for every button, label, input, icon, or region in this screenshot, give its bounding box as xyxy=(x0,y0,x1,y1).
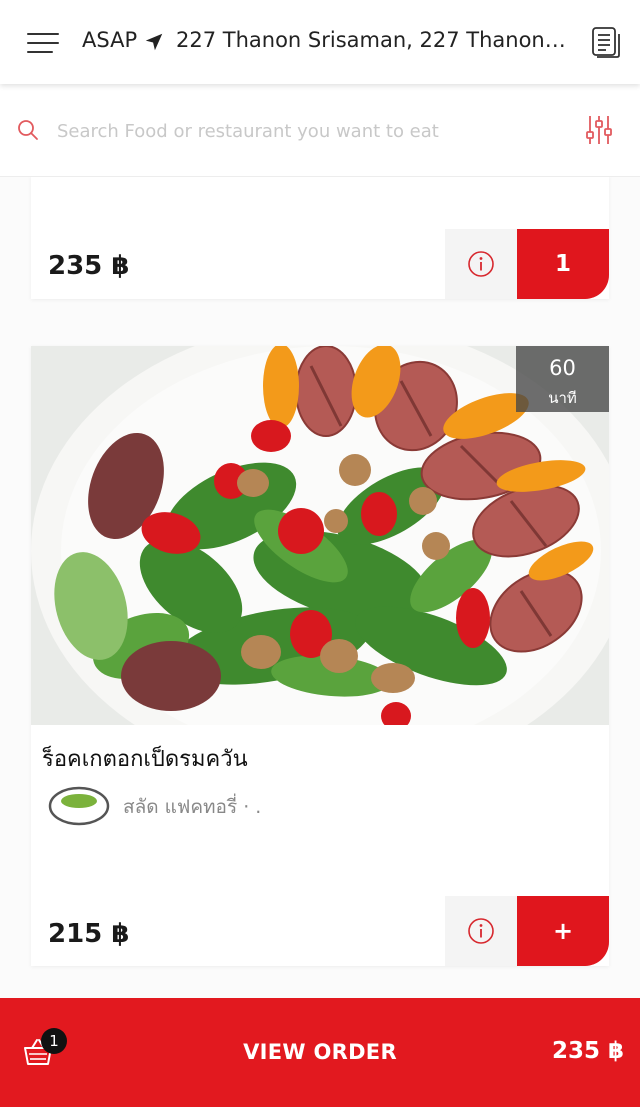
restaurant-logo xyxy=(48,786,110,826)
add-to-cart-button[interactable]: + xyxy=(517,896,609,966)
view-order-bar[interactable]: 1 VIEW ORDER 235 ฿ xyxy=(0,998,640,1107)
food-item-card: 235 ฿ 1 xyxy=(31,176,609,299)
info-icon xyxy=(468,918,494,944)
info-button[interactable] xyxy=(445,896,517,966)
food-item-card: 60 นาที ร็อคเกตอกเป็ดรมควัน สลัด แฟคทอรี… xyxy=(31,346,609,966)
order-total: 235 ฿ xyxy=(551,1038,624,1064)
item-price: 215 ฿ xyxy=(48,919,130,949)
search-input[interactable] xyxy=(55,114,559,148)
prep-time-value: 60 xyxy=(549,356,576,380)
search-icon xyxy=(18,120,38,140)
info-button[interactable] xyxy=(445,229,517,299)
navigation-arrow-icon xyxy=(145,33,163,51)
item-price: 235 ฿ xyxy=(48,251,130,281)
info-icon xyxy=(468,251,494,277)
hamburger-menu-icon[interactable] xyxy=(27,33,59,53)
top-bar: ASAP 227 Thanon Srisaman, 227 Thanon Sri… xyxy=(0,0,640,84)
filter-sliders-icon[interactable] xyxy=(585,114,613,146)
delivery-address[interactable]: 227 Thanon Srisaman, 227 Thanon Sri... xyxy=(176,28,566,52)
food-image[interactable]: 60 นาที xyxy=(31,346,609,725)
order-receipt-icon[interactable] xyxy=(590,26,622,60)
quantity-button[interactable]: 1 xyxy=(517,229,609,299)
restaurant-name[interactable]: สลัด แฟคทอรี่ · . xyxy=(123,792,261,822)
cart-count-badge: 1 xyxy=(41,1028,67,1054)
prep-time-badge: 60 นาที xyxy=(516,346,609,412)
view-order-label: VIEW ORDER xyxy=(243,1040,397,1064)
dish-name: ร็อคเกตอกเป็ดรมควัน xyxy=(42,747,248,772)
prep-time-unit: นาที xyxy=(548,389,577,407)
delivery-time-label[interactable]: ASAP xyxy=(82,28,137,52)
